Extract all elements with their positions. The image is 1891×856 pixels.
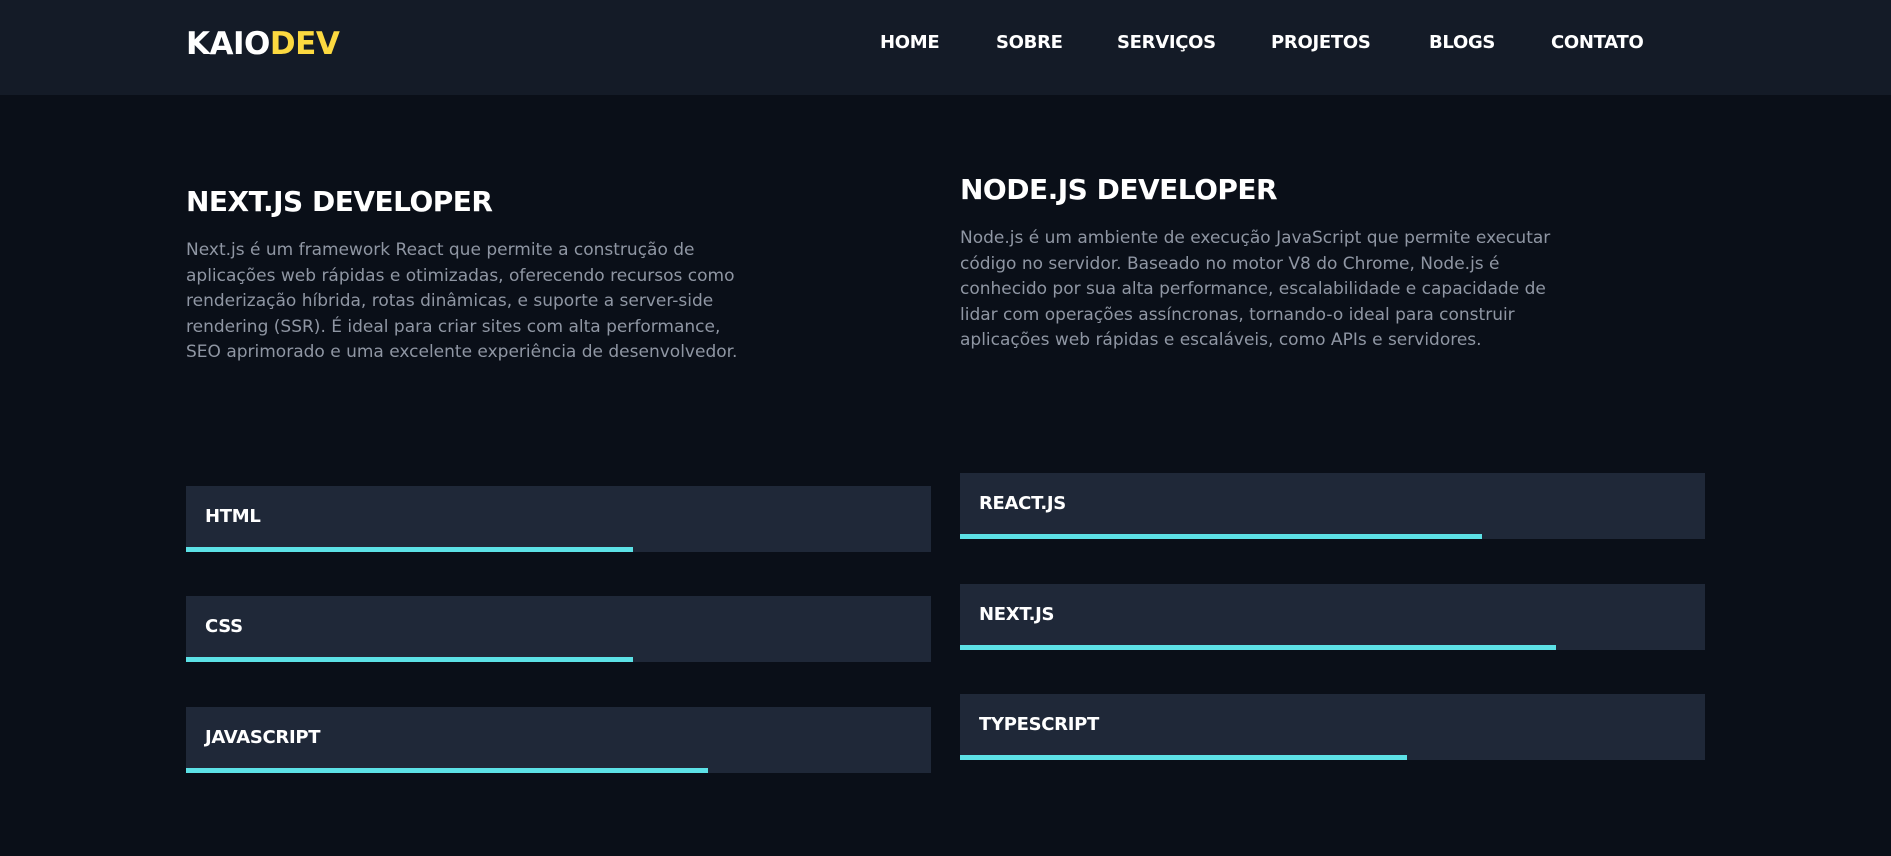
skill-progress-bar — [960, 755, 1407, 760]
logo[interactable]: KAIODEV — [186, 26, 340, 62]
right-column-description: Node.js é um ambiente de execução JavaSc… — [960, 228, 1551, 350]
logo-main: KAIO — [186, 26, 270, 62]
skill-progress-bar — [186, 768, 708, 773]
skill-label: TYPESCRIPT — [979, 714, 1100, 735]
skill-label: HTML — [205, 506, 261, 527]
skill-item-css: CSS — [186, 596, 931, 662]
left-column-title: NEXT.JS DEVELOPER — [186, 185, 493, 218]
skill-progress-bar — [186, 657, 633, 662]
skill-item-nextjs: NEXT.JS — [960, 584, 1705, 650]
skill-label: CSS — [205, 616, 243, 637]
right-column-title: NODE.JS DEVELOPER — [960, 173, 1278, 206]
skill-item-reactjs: REACT.JS — [960, 473, 1705, 539]
logo-accent: DEV — [269, 26, 340, 62]
left-column-description: Next.js é um framework React que permite… — [186, 240, 738, 362]
skill-item-typescript: TYPESCRIPT — [960, 694, 1705, 760]
skill-item-javascript: JAVASCRIPT — [186, 707, 931, 773]
nav-link-sobre[interactable]: SOBRE — [996, 31, 1063, 55]
skill-progress-bar — [186, 547, 633, 552]
nav-link-blogs[interactable]: BLOGS — [1429, 31, 1495, 55]
skill-progress-bar — [960, 534, 1482, 539]
skill-label: NEXT.JS — [979, 604, 1055, 625]
skill-label: JAVASCRIPT — [205, 727, 321, 748]
nav-link-servicos[interactable]: SERVIÇOS — [1117, 31, 1216, 55]
nav-link-projetos[interactable]: PROJETOS — [1271, 31, 1371, 55]
skill-progress-bar — [960, 645, 1556, 650]
skill-item-html: HTML — [186, 486, 931, 552]
navbar: KAIODEV HOME SOBRE SERVIÇOS PROJETOS BLO… — [0, 0, 1891, 95]
nav-link-home[interactable]: HOME — [880, 31, 940, 55]
nav-link-contato[interactable]: CONTATO — [1551, 31, 1644, 55]
skill-label: REACT.JS — [979, 493, 1066, 514]
